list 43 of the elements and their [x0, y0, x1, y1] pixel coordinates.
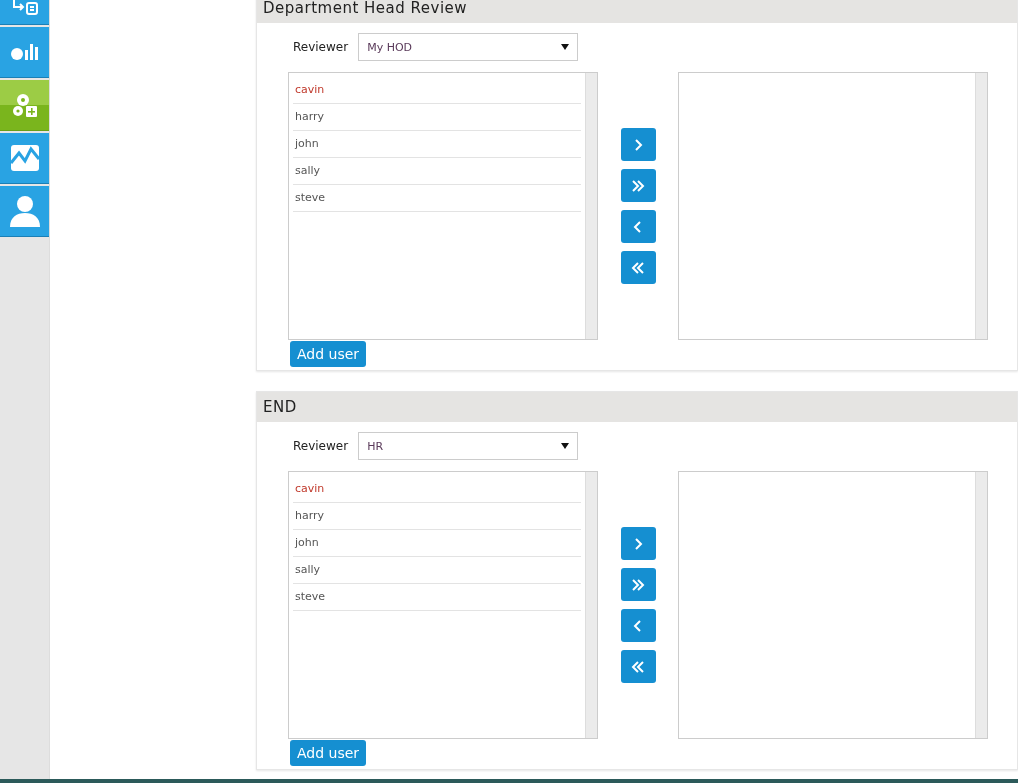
list-item[interactable]: cavin: [293, 476, 581, 503]
user-icon: [8, 194, 41, 228]
sidebar-item[interactable]: [0, 133, 49, 184]
add-user-button[interactable]: Add user: [290, 341, 367, 367]
user-list[interactable]: cavin harry john sally steve: [288, 471, 598, 739]
move-button[interactable]: [620, 609, 656, 642]
section-title: Department Head Review: [263, 0, 468, 17]
list-item[interactable]: john: [293, 131, 581, 158]
caret-icon: [561, 44, 570, 50]
list-item[interactable]: sally: [293, 557, 581, 584]
sidebar-item[interactable]: [0, 0, 49, 25]
list-item[interactable]: harry: [293, 104, 581, 131]
user-list[interactable]: cavin harry john sally steve: [288, 72, 598, 340]
reviewer-dropdown[interactable]: HR: [358, 432, 579, 460]
scrollbar[interactable]: [585, 73, 597, 339]
chart-icon: [10, 43, 39, 61]
list-item[interactable]: john: [293, 530, 581, 557]
sidebar-item[interactable]: [0, 80, 49, 131]
field-label: Reviewer: [293, 439, 349, 453]
field-label: Reviewer: [293, 40, 349, 54]
workflow-icon: [11, 0, 38, 15]
scrollbar[interactable]: [975, 472, 987, 738]
move-button[interactable]: [620, 527, 656, 560]
section-title: END: [263, 398, 297, 416]
list-item[interactable]: cavin: [293, 77, 581, 104]
list-item[interactable]: steve: [293, 584, 581, 611]
caret-icon: [561, 443, 570, 449]
add-user-button[interactable]: Add user: [290, 740, 367, 766]
list-item[interactable]: sally: [293, 158, 581, 185]
move-button[interactable]: [620, 169, 656, 202]
list-item[interactable]: steve: [293, 185, 581, 212]
move-button[interactable]: [620, 251, 656, 284]
line-chart-icon: [9, 144, 40, 172]
scrollbar[interactable]: [975, 73, 987, 339]
scrollbar[interactable]: [585, 472, 597, 738]
list-item[interactable]: harry: [293, 503, 581, 530]
move-button[interactable]: [620, 650, 656, 683]
move-button[interactable]: [620, 210, 656, 243]
sidebar-item[interactable]: [0, 27, 49, 78]
move-button[interactable]: [620, 128, 656, 161]
sidebar-item[interactable]: [0, 186, 49, 237]
move-button[interactable]: [620, 568, 656, 601]
reviewer-dropdown[interactable]: My HOD: [358, 33, 579, 61]
